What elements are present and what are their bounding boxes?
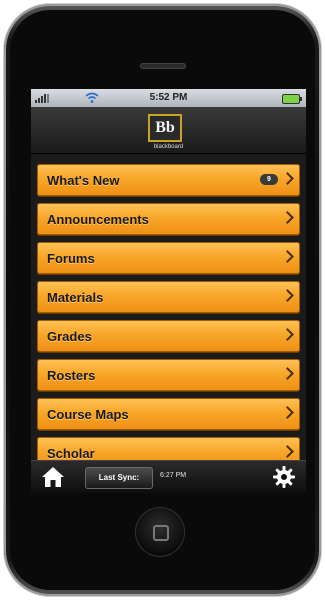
menu-item-label: Materials <box>47 290 104 305</box>
logo-caption: blackboard <box>153 144 184 150</box>
chevron-right-icon <box>281 445 294 458</box>
sync-time: 6:27 PM <box>160 472 187 479</box>
home-button-square-icon <box>153 525 169 541</box>
menu-item-label: Course Maps <box>47 407 129 422</box>
home-icon[interactable] <box>41 466 65 488</box>
bottom-toolbar: Last Sync: 6:27 PM <box>31 460 306 493</box>
app-header: Bb blackboard <box>31 107 306 154</box>
speaker-grille <box>140 63 186 69</box>
chevron-right-icon <box>281 367 294 380</box>
chevron-right-icon <box>281 406 294 419</box>
main-menu: What's New 9 Announcements Forums Materi… <box>31 154 306 469</box>
menu-item-label: Announcements <box>47 212 149 227</box>
chevron-right-icon <box>281 211 294 224</box>
menu-item-label: Forums <box>47 251 95 266</box>
chevron-right-icon <box>281 289 294 302</box>
battery-icon <box>282 94 302 104</box>
chevron-right-icon <box>281 328 294 341</box>
menu-item-label: Rosters <box>47 368 96 383</box>
menu-item-grades[interactable]: Grades <box>37 320 300 352</box>
menu-item-label: What's New <box>47 173 120 188</box>
menu-item-forums[interactable]: Forums <box>37 242 300 274</box>
status-time: 5:52 PM <box>149 92 188 103</box>
menu-item-rosters[interactable]: Rosters <box>37 359 300 391</box>
last-sync-button[interactable]: Last Sync: <box>85 467 153 489</box>
menu-item-materials[interactable]: Materials <box>37 281 300 313</box>
logo-text: Bb <box>155 119 175 136</box>
unread-badge: 9 <box>260 174 278 185</box>
menu-item-whats-new[interactable]: What's New 9 <box>37 164 300 196</box>
app-screen: 5:52 PM Bb blackboard What's New 9 Annou… <box>31 89 306 493</box>
chevron-right-icon <box>281 250 294 263</box>
menu-item-announcements[interactable]: Announcements <box>37 203 300 235</box>
gear-icon[interactable] <box>272 465 296 489</box>
menu-item-course-maps[interactable]: Course Maps <box>37 398 300 430</box>
blackboard-logo: Bb <box>148 114 182 142</box>
status-bar: 5:52 PM <box>31 89 306 107</box>
chevron-right-icon <box>281 172 294 185</box>
menu-item-label: Scholar <box>47 446 95 461</box>
phone-home-button[interactable] <box>136 508 184 556</box>
menu-item-label: Grades <box>47 329 92 344</box>
